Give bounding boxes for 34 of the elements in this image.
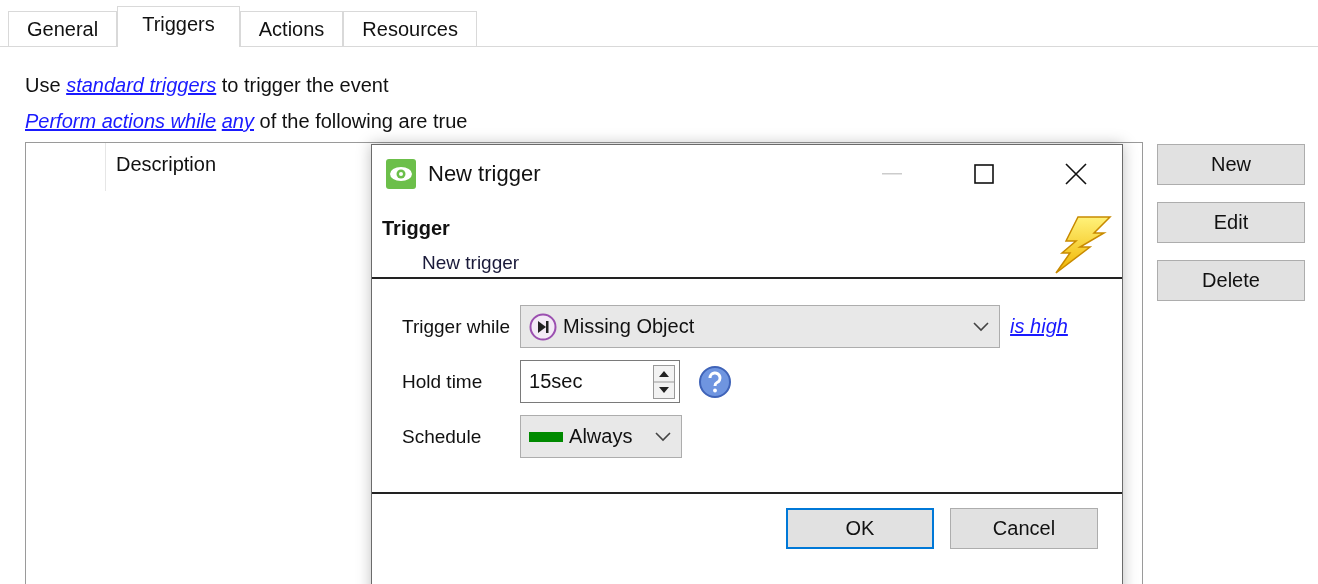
side-button[interactable]: Delete bbox=[1157, 260, 1305, 301]
any-link[interactable]: any bbox=[221, 110, 254, 132]
tab[interactable]: Resources bbox=[343, 11, 477, 46]
spinner-arrows-icon[interactable] bbox=[653, 364, 676, 399]
tab[interactable]: Actions bbox=[239, 11, 344, 46]
hold-time-field[interactable]: 15sec bbox=[520, 360, 681, 403]
field-label: Schedule bbox=[402, 425, 483, 448]
is-high-link[interactable]: is high bbox=[1010, 315, 1092, 338]
standard-triggers-link[interactable]: standard triggers bbox=[66, 74, 217, 96]
chevron-down-icon bbox=[655, 431, 672, 442]
trigger-sentence: Use standard triggers to trigger the event bbox=[25, 73, 390, 98]
schedule-bar-icon bbox=[529, 431, 564, 442]
dialog-button[interactable]: OK bbox=[786, 508, 934, 549]
play-next-icon bbox=[529, 312, 558, 341]
schedule-select[interactable]: Always bbox=[520, 415, 683, 458]
column-header[interactable]: Description bbox=[105, 143, 346, 191]
section-subtitle: New trigger bbox=[422, 252, 520, 274]
close-icon[interactable] bbox=[1065, 163, 1087, 185]
tab[interactable]: Triggers bbox=[117, 6, 240, 47]
perform-actions-link[interactable]: Perform actions while bbox=[25, 110, 217, 132]
condition-sentence: Perform actions while any of the following are true bbox=[25, 109, 469, 134]
trigger-select[interactable]: Missing Object bbox=[520, 305, 1001, 348]
side-button[interactable]: New bbox=[1157, 144, 1305, 185]
field-label: Trigger while bbox=[402, 315, 511, 338]
dialog-button[interactable]: Cancel bbox=[950, 508, 1098, 549]
window-title: New trigger bbox=[428, 161, 542, 187]
help-icon[interactable] bbox=[698, 364, 733, 399]
eye-icon bbox=[386, 159, 416, 189]
maximize-icon[interactable] bbox=[974, 164, 994, 184]
field-label: Hold time bbox=[402, 370, 484, 393]
side-button[interactable]: Edit bbox=[1157, 202, 1305, 243]
tab[interactable]: General bbox=[8, 11, 118, 46]
chevron-down-icon bbox=[973, 321, 990, 332]
section-title: Trigger bbox=[382, 217, 451, 240]
